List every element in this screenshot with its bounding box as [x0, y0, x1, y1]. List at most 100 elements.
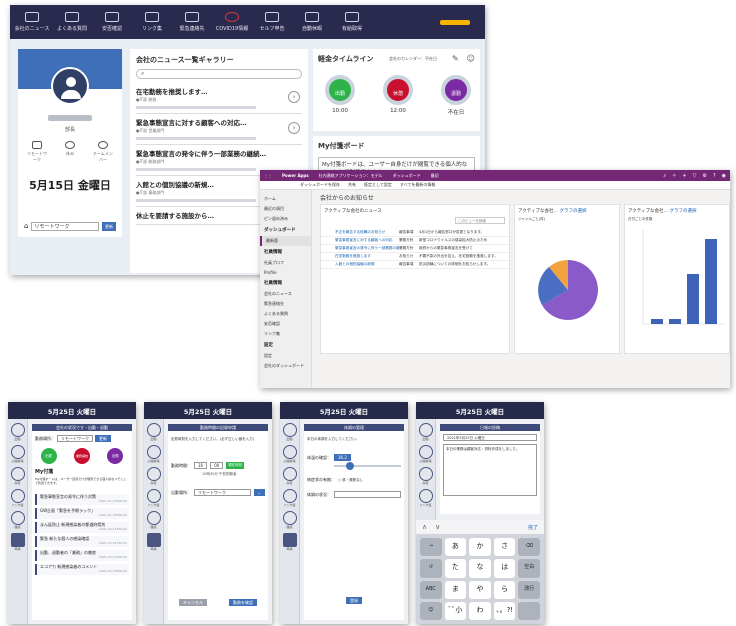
bar[interactable] [669, 319, 681, 324]
now-button[interactable]: 現在時刻 [226, 462, 245, 469]
help-icon[interactable] [418, 489, 433, 503]
plus-icon[interactable]: + [682, 173, 686, 179]
breadcrumb-dashboard[interactable]: ダッシュボード [393, 173, 421, 179]
cell-title[interactable]: 在宅勤務を推奨します [335, 254, 399, 259]
nav-profile[interactable]: Profile [260, 268, 311, 277]
news-list-item[interactable]: 緊急事態宣言の発令に伴う対策 2021-01-23T00:00 [35, 494, 129, 505]
status-circle-work[interactable]: 業務開始 [73, 448, 90, 464]
news-list-item[interactable]: GW企画「緊急を予期ラック」 2021-01-26T00:00 [35, 508, 129, 519]
refresh-all-button[interactable]: すべてを最新の情報 [400, 182, 435, 188]
location-icon[interactable] [146, 511, 161, 525]
nav-item-self-report[interactable]: セルフ申告 [252, 5, 292, 39]
news-list-item[interactable]: 緊急 新たな個人の感染確認 2021-03-01T00:00 [35, 536, 129, 547]
nav-item-faq[interactable]: よくある質問 [52, 5, 92, 39]
key[interactable]: 、。?! [493, 601, 516, 620]
filter-icon[interactable]: ▽ [693, 173, 697, 179]
timeline-step[interactable]: 退勤 不在日 [439, 75, 473, 116]
chevron-up-icon[interactable]: ∧ [422, 523, 427, 531]
key[interactable]: や [469, 580, 491, 599]
share-icon[interactable] [10, 467, 25, 481]
grid-search-input[interactable]: このビューを検索 [455, 217, 505, 224]
bar[interactable] [705, 239, 717, 324]
condition-input[interactable] [334, 491, 401, 498]
clock-icon[interactable] [10, 423, 25, 437]
clock-icon[interactable] [282, 423, 297, 437]
location-icon[interactable] [282, 511, 297, 525]
timeline-step[interactable]: 休憩 12:00 [381, 75, 415, 116]
chevron-down-icon[interactable]: ∨ [435, 523, 440, 531]
nav-item-safety[interactable]: 安否確認 [92, 5, 132, 39]
pencil-icon[interactable]: ✎ [452, 54, 459, 63]
report-body-textarea[interactable]: 本日の業務は顧客対応・資料作成をしました。 [443, 444, 537, 496]
waffle-icon[interactable]: ⋮⋮ [264, 173, 272, 178]
nav-company-dashboard[interactable]: 会社のダッシュボード [260, 361, 311, 371]
bar[interactable] [651, 319, 663, 324]
key[interactable]: か [469, 538, 491, 557]
chart-select-tab[interactable]: グラフの選択 [559, 209, 586, 214]
share-button[interactable]: 共有 [348, 182, 356, 188]
nav-recent[interactable]: 最近の項目 [260, 204, 311, 214]
nav-links[interactable]: リンク集 [260, 329, 311, 339]
gear-icon[interactable]: ⚙ [702, 173, 706, 179]
key[interactable]: ABC [420, 580, 442, 599]
work-location-select[interactable]: リモートワーク [31, 221, 99, 231]
nav-pinned[interactable]: ピン留め済み [260, 214, 311, 224]
news-list-item[interactable]: エコアカ 新規感染者のコメント 2021-03-18T00:00 [35, 564, 129, 575]
clock-icon[interactable] [418, 423, 433, 437]
nav-item-covid[interactable]: COVID19情報 [212, 5, 252, 39]
nav-item-paid-leave[interactable]: 有給取得 [332, 5, 372, 39]
location-icon[interactable] [10, 511, 25, 525]
save-dashboard-button[interactable]: ダッシュボードを保存 [300, 182, 340, 188]
nav-faq[interactable]: よくある質問 [260, 309, 311, 319]
nav-item-auto-leave[interactable]: 自動休暇 [292, 5, 332, 39]
status-circle-in[interactable]: 出勤 [40, 448, 57, 464]
key[interactable]: わ [469, 601, 491, 620]
key[interactable]: あ [444, 538, 467, 557]
gallery-search-input[interactable]: ⌕ [136, 69, 302, 79]
nav-company-news[interactable]: 会社のニュース [260, 289, 311, 299]
nav-item-emergency[interactable]: 緊急連絡先 [172, 5, 212, 39]
cell-title[interactable]: 入館との個別協議の新規 [335, 262, 399, 267]
share-icon[interactable] [418, 467, 433, 481]
key[interactable]: 改行 [518, 580, 540, 599]
nav-item-links[interactable]: リンク集 [132, 5, 172, 39]
edit-icon[interactable] [282, 533, 297, 547]
share-icon[interactable] [282, 467, 297, 481]
table-row[interactable]: 緊急事態宣言に対する顧客への対応 業務方針 新型コロナウイルスの感染拡大防止のため [321, 237, 509, 245]
key[interactable]: ま [444, 580, 467, 599]
nav-home[interactable]: ホーム [260, 194, 311, 204]
remote-work-action[interactable]: リモートワーク [26, 141, 48, 163]
chevron-down-icon[interactable]: ⌄ [253, 489, 265, 496]
edit-icon[interactable] [10, 533, 25, 547]
register-button[interactable]: 登録 [346, 597, 362, 604]
nav-latest[interactable]: 最新版 [260, 236, 311, 246]
key[interactable]: ↺ [420, 559, 442, 578]
person-icon[interactable]: ☺ [467, 54, 475, 63]
help-icon[interactable] [10, 489, 25, 503]
news-list-item[interactable]: 出勤、退勤者の「業務」の徹底 2021-03-10T00:00 [35, 550, 129, 561]
search-icon[interactable]: ⌕ [663, 173, 666, 179]
chart-select-tab[interactable]: グラフの選択 [669, 209, 696, 214]
slider-thumb[interactable] [346, 462, 354, 470]
cell-title[interactable]: 緊急事態宣言に対する顧客への対応 [335, 238, 399, 243]
cancel-button[interactable]: キャンセル [179, 599, 207, 606]
news-item[interactable]: 緊急事態宣言に対する顧客への対応… ●IT部 営業部門 › [136, 114, 302, 145]
symptom-radio[interactable]: ○ 咳・発熱なし [338, 478, 363, 483]
timeline-step[interactable]: 出勤 10:00 [323, 75, 357, 116]
table-row[interactable]: 入館との個別協議の新規 報告事項 防災訓練についての詳細をお知らせします。 [321, 261, 509, 269]
news-list-item[interactable]: まん延防止 新規感染者の都道府県別 2021-02-15T00:00 [35, 522, 129, 533]
help-icon[interactable] [282, 489, 297, 503]
update-button[interactable]: 更新 [102, 221, 116, 231]
key[interactable]: さ [493, 538, 516, 557]
info-icon[interactable] [146, 445, 161, 459]
news-item[interactable]: 在宅勤務を推奨します… ●IT部 総務 › [136, 83, 302, 114]
key[interactable]: ら [493, 580, 516, 599]
set-default-button[interactable]: 既定として設定 [364, 182, 392, 188]
key[interactable]: た [444, 559, 467, 578]
table-row[interactable]: 在宅勤務を推奨します お知らせ 不要不急の外出を控え、在宅勤務を推奨します。 [321, 253, 509, 261]
key[interactable]: ⌫ [518, 538, 540, 557]
nav-item-company-news[interactable]: 会社のニュース [12, 5, 52, 39]
hour-input[interactable]: 16 [194, 462, 208, 469]
bar[interactable] [687, 274, 699, 324]
table-row[interactable]: 不正を報告する役職のお知らせ 報告事項 4月1日から報告窓口が変更となります。 [321, 229, 509, 237]
